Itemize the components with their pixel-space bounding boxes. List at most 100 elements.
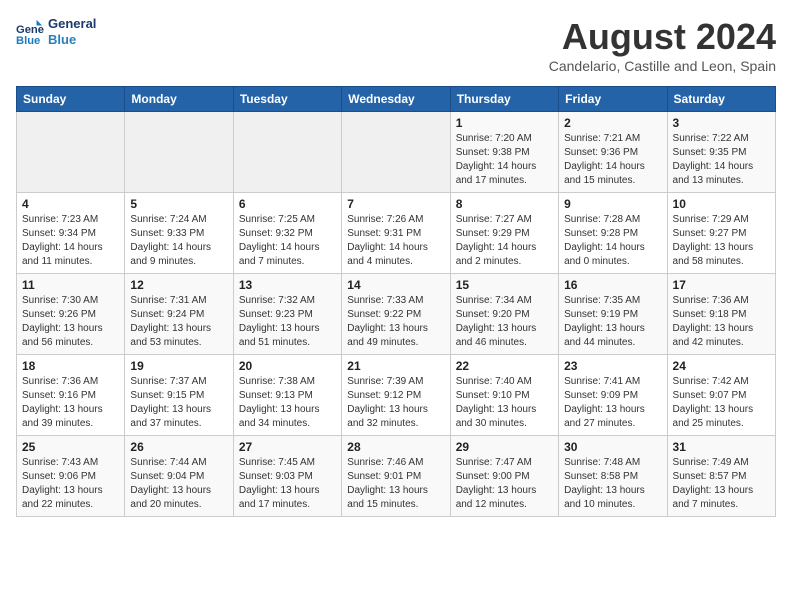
- day-info: Sunrise: 7:42 AMSunset: 9:07 PMDaylight:…: [673, 375, 770, 431]
- day-number: 19: [130, 359, 227, 373]
- day-number: 20: [239, 359, 336, 373]
- calendar-cell-2-1: 4 Sunrise: 7:23 AMSunset: 9:34 PMDaylight…: [17, 193, 125, 274]
- calendar-week-row-3: 11 Sunrise: 7:30 AMSunset: 9:26 PMDayligh…: [17, 274, 776, 355]
- day-info: Sunrise: 7:38 AMSunset: 9:13 PMDaylight:…: [239, 375, 336, 431]
- calendar-cell-3-4: 14 Sunrise: 7:33 AMSunset: 9:22 PMDayligh…: [342, 274, 450, 355]
- logo: General Blue General Blue: [16, 16, 96, 47]
- day-number: 30: [564, 440, 661, 454]
- day-number: 9: [564, 197, 661, 211]
- day-info: Sunrise: 7:34 AMSunset: 9:20 PMDaylight:…: [456, 294, 553, 350]
- calendar-cell-3-7: 17 Sunrise: 7:36 AMSunset: 9:18 PMDayligh…: [667, 274, 775, 355]
- weekday-header-row: SundayMondayTuesdayWednesdayThursdayFrid…: [17, 87, 776, 112]
- day-info: Sunrise: 7:21 AMSunset: 9:36 PMDaylight:…: [564, 132, 661, 188]
- day-info: Sunrise: 7:36 AMSunset: 9:18 PMDaylight:…: [673, 294, 770, 350]
- day-number: 22: [456, 359, 553, 373]
- day-number: 13: [239, 278, 336, 292]
- calendar-cell-4-5: 22 Sunrise: 7:40 AMSunset: 9:10 PMDayligh…: [450, 355, 558, 436]
- calendar-week-row-5: 25 Sunrise: 7:43 AMSunset: 9:06 PMDayligh…: [17, 436, 776, 517]
- calendar-table: SundayMondayTuesdayWednesdayThursdayFrid…: [16, 86, 776, 517]
- day-info: Sunrise: 7:23 AMSunset: 9:34 PMDaylight:…: [22, 213, 119, 269]
- day-number: 4: [22, 197, 119, 211]
- day-info: Sunrise: 7:47 AMSunset: 9:00 PMDaylight:…: [456, 456, 553, 512]
- day-number: 5: [130, 197, 227, 211]
- day-info: Sunrise: 7:31 AMSunset: 9:24 PMDaylight:…: [130, 294, 227, 350]
- calendar-body: 1 Sunrise: 7:20 AMSunset: 9:38 PMDaylight…: [17, 112, 776, 517]
- month-year-title: August 2024: [549, 16, 776, 58]
- calendar-cell-2-3: 6Sunrise: 7:25 AMSunset: 9:32 PMDaylight…: [233, 193, 341, 274]
- day-number: 1: [456, 116, 553, 130]
- svg-text:Blue: Blue: [16, 35, 40, 46]
- calendar-cell-5-5: 29 Sunrise: 7:47 AMSunset: 9:00 PMDayligh…: [450, 436, 558, 517]
- day-number: 21: [347, 359, 444, 373]
- logo-line2: Blue: [48, 32, 96, 48]
- day-info: Sunrise: 7:44 AMSunset: 9:04 PMDaylight:…: [130, 456, 227, 512]
- calendar-cell-3-1: 11 Sunrise: 7:30 AMSunset: 9:26 PMDayligh…: [17, 274, 125, 355]
- day-number: 17: [673, 278, 770, 292]
- calendar-cell-5-1: 25 Sunrise: 7:43 AMSunset: 9:06 PMDayligh…: [17, 436, 125, 517]
- day-number: 18: [22, 359, 119, 373]
- calendar-cell-4-1: 18 Sunrise: 7:36 AMSunset: 9:16 PMDayligh…: [17, 355, 125, 436]
- calendar-cell-4-6: 23Sunrise: 7:41 AMSunset: 9:09 PMDayligh…: [559, 355, 667, 436]
- calendar-cell-2-6: 9 Sunrise: 7:28 AMSunset: 9:28 PMDaylight…: [559, 193, 667, 274]
- weekday-header-monday: Monday: [125, 87, 233, 112]
- page-header: General Blue General Blue August 2024 Ca…: [16, 16, 776, 74]
- day-info: Sunrise: 7:40 AMSunset: 9:10 PMDaylight:…: [456, 375, 553, 431]
- day-number: 2: [564, 116, 661, 130]
- day-number: 24: [673, 359, 770, 373]
- calendar-cell-4-4: 21Sunrise: 7:39 AMSunset: 9:12 PMDayligh…: [342, 355, 450, 436]
- calendar-header: SundayMondayTuesdayWednesdayThursdayFrid…: [17, 87, 776, 112]
- calendar-cell-3-2: 12Sunrise: 7:31 AMSunset: 9:24 PMDayligh…: [125, 274, 233, 355]
- day-info: Sunrise: 7:22 AMSunset: 9:35 PMDaylight:…: [673, 132, 770, 188]
- day-number: 7: [347, 197, 444, 211]
- day-number: 23: [564, 359, 661, 373]
- day-info: Sunrise: 7:49 AMSunset: 8:57 PMDaylight:…: [673, 456, 770, 512]
- day-number: 26: [130, 440, 227, 454]
- day-info: Sunrise: 7:43 AMSunset: 9:06 PMDaylight:…: [22, 456, 119, 512]
- day-number: 11: [22, 278, 119, 292]
- weekday-header-tuesday: Tuesday: [233, 87, 341, 112]
- calendar-cell-1-6: 2 Sunrise: 7:21 AMSunset: 9:36 PMDaylight…: [559, 112, 667, 193]
- weekday-header-wednesday: Wednesday: [342, 87, 450, 112]
- title-block: August 2024 Candelario, Castille and Leo…: [549, 16, 776, 74]
- calendar-cell-1-3: [233, 112, 341, 193]
- day-info: Sunrise: 7:27 AMSunset: 9:29 PMDaylight:…: [456, 213, 553, 269]
- logo-line1: General: [48, 16, 96, 32]
- calendar-cell-4-3: 20 Sunrise: 7:38 AMSunset: 9:13 PMDayligh…: [233, 355, 341, 436]
- day-number: 28: [347, 440, 444, 454]
- calendar-cell-5-4: 28 Sunrise: 7:46 AMSunset: 9:01 PMDayligh…: [342, 436, 450, 517]
- calendar-cell-5-2: 26 Sunrise: 7:44 AMSunset: 9:04 PMDayligh…: [125, 436, 233, 517]
- calendar-cell-1-5: 1 Sunrise: 7:20 AMSunset: 9:38 PMDaylight…: [450, 112, 558, 193]
- day-number: 25: [22, 440, 119, 454]
- weekday-header-friday: Friday: [559, 87, 667, 112]
- day-info: Sunrise: 7:35 AMSunset: 9:19 PMDaylight:…: [564, 294, 661, 350]
- calendar-week-row-2: 4 Sunrise: 7:23 AMSunset: 9:34 PMDaylight…: [17, 193, 776, 274]
- calendar-cell-3-5: 15 Sunrise: 7:34 AMSunset: 9:20 PMDayligh…: [450, 274, 558, 355]
- day-info: Sunrise: 7:20 AMSunset: 9:38 PMDaylight:…: [456, 132, 553, 188]
- calendar-cell-4-7: 24 Sunrise: 7:42 AMSunset: 9:07 PMDayligh…: [667, 355, 775, 436]
- day-info: Sunrise: 7:37 AMSunset: 9:15 PMDaylight:…: [130, 375, 227, 431]
- calendar-cell-3-3: 13 Sunrise: 7:32 AMSunset: 9:23 PMDayligh…: [233, 274, 341, 355]
- calendar-cell-3-6: 16Sunrise: 7:35 AMSunset: 9:19 PMDayligh…: [559, 274, 667, 355]
- day-info: Sunrise: 7:36 AMSunset: 9:16 PMDaylight:…: [22, 375, 119, 431]
- day-info: Sunrise: 7:48 AMSunset: 8:58 PMDaylight:…: [564, 456, 661, 512]
- day-info: Sunrise: 7:28 AMSunset: 9:28 PMDaylight:…: [564, 213, 661, 269]
- weekday-header-sunday: Sunday: [17, 87, 125, 112]
- day-info: Sunrise: 7:30 AMSunset: 9:26 PMDaylight:…: [22, 294, 119, 350]
- day-number: 15: [456, 278, 553, 292]
- calendar-week-row-4: 18 Sunrise: 7:36 AMSunset: 9:16 PMDayligh…: [17, 355, 776, 436]
- calendar-week-row-1: 1 Sunrise: 7:20 AMSunset: 9:38 PMDaylight…: [17, 112, 776, 193]
- day-info: Sunrise: 7:45 AMSunset: 9:03 PMDaylight:…: [239, 456, 336, 512]
- logo-icon: General Blue: [16, 18, 44, 46]
- day-number: 3: [673, 116, 770, 130]
- day-info: Sunrise: 7:24 AMSunset: 9:33 PMDaylight:…: [130, 213, 227, 269]
- svg-text:General: General: [16, 24, 44, 36]
- calendar-cell-2-5: 8Sunrise: 7:27 AMSunset: 9:29 PMDaylight…: [450, 193, 558, 274]
- day-number: 14: [347, 278, 444, 292]
- calendar-cell-1-7: 3 Sunrise: 7:22 AMSunset: 9:35 PMDaylight…: [667, 112, 775, 193]
- day-info: Sunrise: 7:33 AMSunset: 9:22 PMDaylight:…: [347, 294, 444, 350]
- day-number: 27: [239, 440, 336, 454]
- day-info: Sunrise: 7:46 AMSunset: 9:01 PMDaylight:…: [347, 456, 444, 512]
- day-info: Sunrise: 7:32 AMSunset: 9:23 PMDaylight:…: [239, 294, 336, 350]
- weekday-header-saturday: Saturday: [667, 87, 775, 112]
- day-number: 29: [456, 440, 553, 454]
